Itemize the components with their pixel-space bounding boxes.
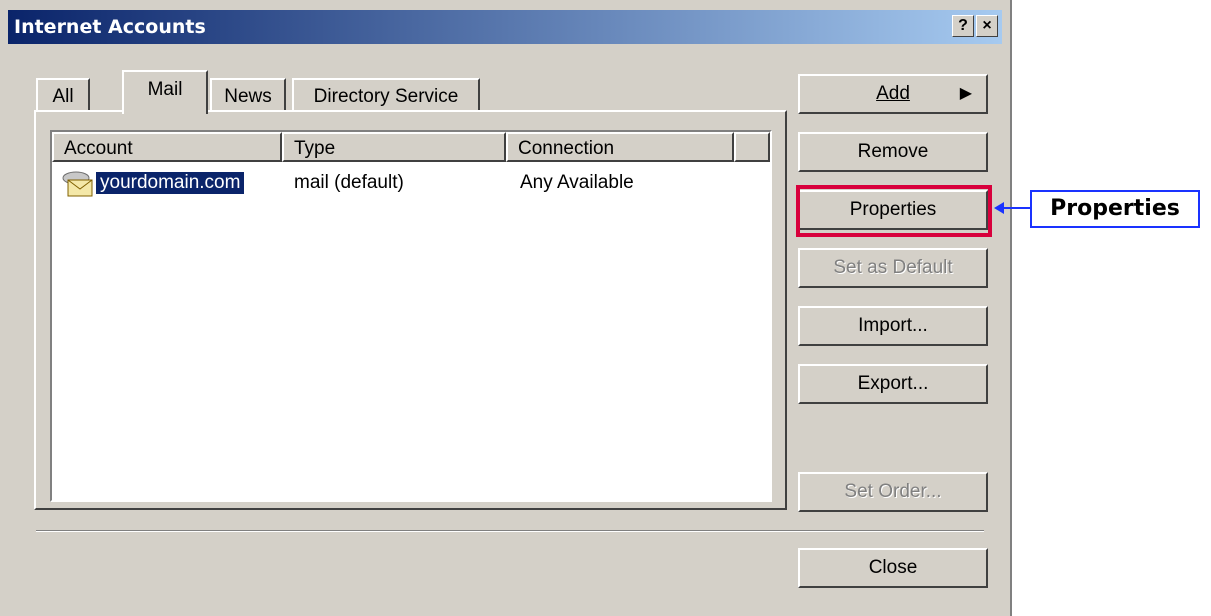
column-account-label: Account (64, 138, 133, 159)
set-order-label: Set Order... (844, 481, 942, 502)
column-header-account[interactable]: Account (52, 132, 282, 162)
column-type-label: Type (294, 138, 336, 159)
mail-account-icon (60, 170, 96, 205)
tab-news[interactable]: News (210, 78, 286, 112)
table-row[interactable]: yourdomain.com mail (default) Any Availa… (52, 170, 770, 200)
tab-all-label: All (52, 86, 74, 107)
close-button[interactable]: Close (798, 548, 988, 588)
column-header-connection[interactable]: Connection (506, 132, 734, 162)
close-button-label: Close (868, 557, 918, 578)
tab-mail[interactable]: Mail (122, 70, 208, 114)
account-name: yourdomain.com (94, 171, 246, 195)
tab-directory-service[interactable]: Directory Service (292, 78, 480, 112)
account-type: mail (default) (294, 172, 404, 193)
tab-mail-label: Mail (147, 79, 183, 100)
tab-news-label: News (224, 86, 272, 107)
set-as-default-label: Set as Default (833, 257, 953, 278)
close-icon: × (982, 17, 992, 34)
column-connection-label: Connection (518, 138, 615, 159)
remove-button[interactable]: Remove (798, 132, 988, 172)
callout-arrow (994, 200, 1032, 221)
add-button-label: Add (876, 83, 910, 104)
import-button[interactable]: Import... (798, 306, 988, 346)
properties-highlight-box (796, 185, 992, 237)
callout-label: Properties (1050, 196, 1180, 221)
properties-callout: Properties (1030, 190, 1200, 228)
close-window-button[interactable]: × (976, 15, 998, 37)
export-button[interactable]: Export... (798, 364, 988, 404)
set-order-button[interactable]: Set Order... (798, 472, 988, 512)
set-as-default-button[interactable]: Set as Default (798, 248, 988, 288)
account-connection: Any Available (520, 172, 634, 193)
remove-button-label: Remove (857, 141, 929, 162)
tab-directory-service-label: Directory Service (313, 86, 459, 107)
arrow-right-icon: ▶ (959, 85, 972, 102)
help-icon: ? (958, 17, 968, 34)
column-header-type[interactable]: Type (282, 132, 506, 162)
accounts-list[interactable]: Account Type Connection yourdomain.com m… (50, 130, 772, 502)
export-button-label: Export... (857, 373, 929, 394)
add-button[interactable]: Add ▶ (798, 74, 988, 114)
help-button[interactable]: ? (952, 15, 974, 37)
tab-all[interactable]: All (36, 78, 90, 112)
window-title: Internet Accounts (14, 16, 206, 38)
import-button-label: Import... (858, 315, 928, 336)
column-header-filler (734, 132, 770, 162)
separator-line (36, 530, 984, 532)
internet-accounts-window: Internet Accounts ? × All Mail News Dire… (0, 0, 1012, 616)
title-bar: Internet Accounts ? × (8, 10, 1002, 44)
